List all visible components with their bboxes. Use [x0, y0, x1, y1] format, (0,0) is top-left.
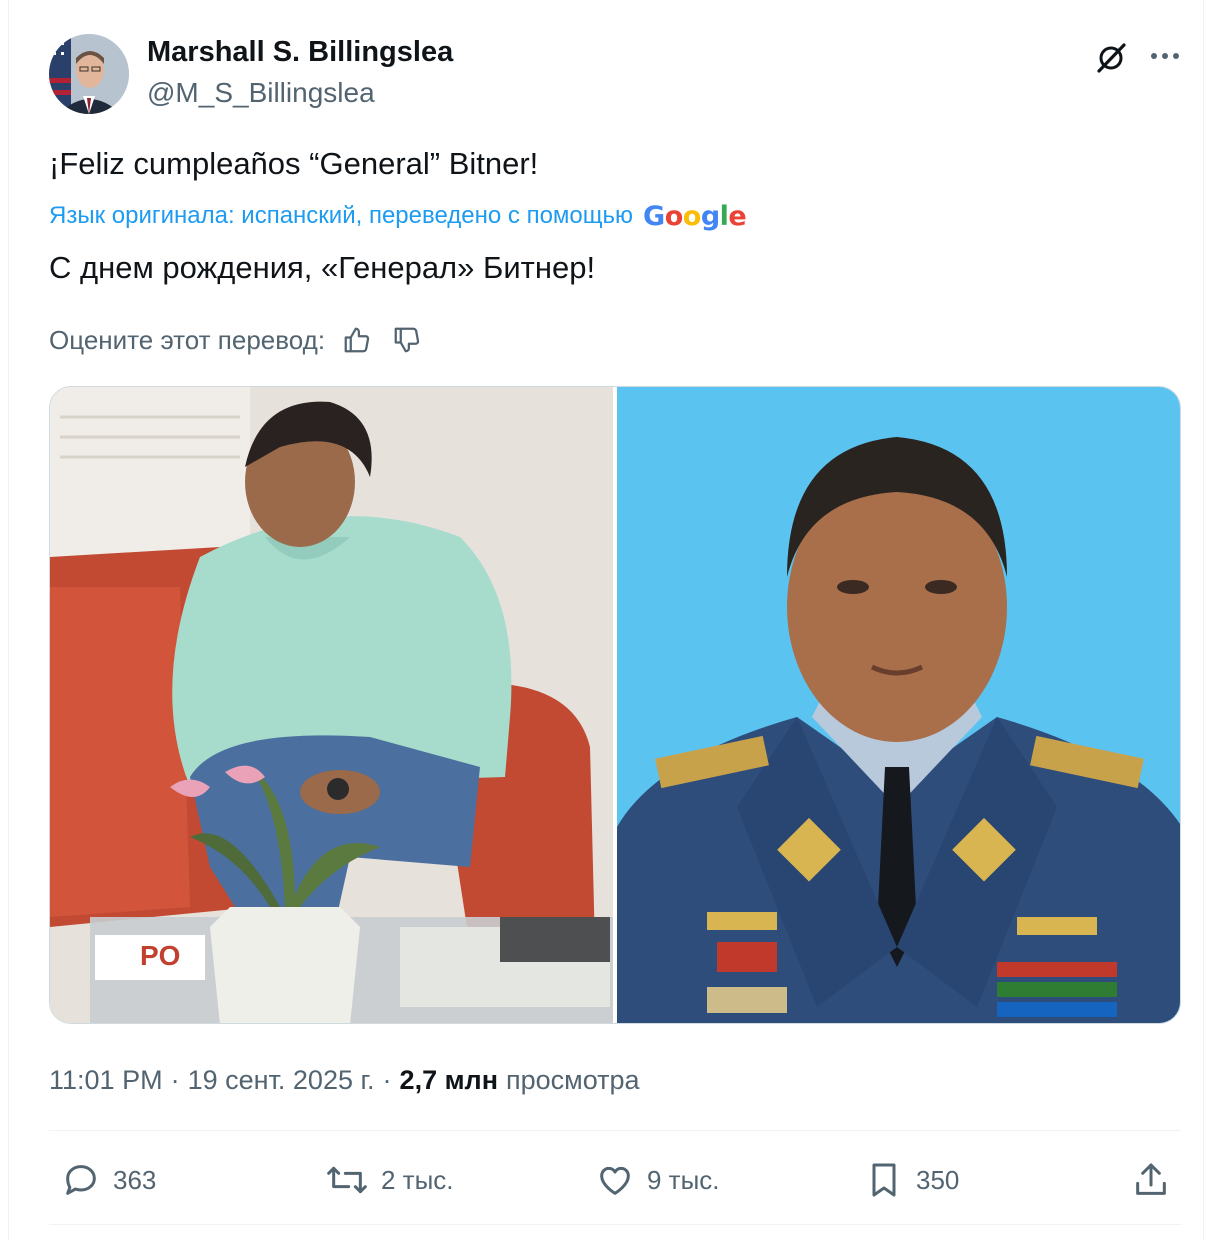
google-logo: Google — [643, 200, 747, 232]
bookmark-button[interactable]: 350 — [864, 1150, 959, 1210]
tweet-card: Marshall S. Billingslea @M_S_Billingslea… — [8, 0, 1204, 1240]
tweet-text: ¡Feliz cumpleaños “General” Bitner! — [49, 146, 539, 181]
author-name[interactable]: Marshall S. Billingslea — [147, 36, 453, 69]
action-bar: 363 2 тыс. 9 тыс. 350 — [49, 1150, 1181, 1210]
avatar[interactable] — [49, 34, 129, 114]
media-grid: PO — [49, 386, 1181, 1024]
rate-translation: Оцените этот перевод: — [49, 320, 425, 360]
divider — [49, 1224, 1181, 1225]
repost-button[interactable]: 2 тыс. — [325, 1150, 454, 1210]
meta-separator: · — [382, 1064, 392, 1095]
tweet-time[interactable]: 11:01 PM — [49, 1065, 163, 1096]
like-icon — [600, 1166, 630, 1195]
thumbs-down-icon[interactable] — [389, 322, 425, 358]
bookmark-icon — [872, 1163, 896, 1197]
more-icon[interactable] — [1145, 38, 1185, 78]
tweet-date[interactable]: 19 сент. 2025 г. — [188, 1065, 375, 1096]
thumbs-up-icon[interactable] — [339, 322, 375, 358]
meta-separator: · — [170, 1064, 180, 1095]
reply-icon — [66, 1165, 96, 1195]
rate-translation-label: Оцените этот перевод: — [49, 324, 326, 355]
reply-count: 363 — [113, 1164, 157, 1195]
svg-text:PO: PO — [140, 940, 180, 971]
tweet-meta: 11:01 PM · 19 сент. 2025 г. · 2,7 млн пр… — [49, 1060, 640, 1100]
photo-man-on-sofa[interactable]: PO — [50, 387, 613, 1023]
bookmark-count: 350 — [916, 1164, 960, 1195]
repost-count: 2 тыс. — [381, 1164, 454, 1195]
repost-icon — [327, 1166, 367, 1194]
share-button[interactable] — [1131, 1150, 1183, 1210]
author-handle[interactable]: @M_S_Billingslea — [147, 77, 375, 109]
like-button[interactable]: 9 тыс. — [595, 1150, 720, 1210]
views-count[interactable]: 2,7 млн — [400, 1065, 498, 1096]
translation-note-link[interactable]: Язык оригинала: испанский, переведено с … — [49, 202, 633, 230]
views-label: просмотра — [506, 1064, 640, 1095]
divider — [49, 1130, 1181, 1131]
reply-button[interactable]: 363 — [61, 1150, 156, 1210]
photo-man-in-uniform[interactable] — [617, 387, 1180, 1023]
translation-note: Язык оригинала: испанский, переведено с … — [49, 198, 747, 234]
translated-text: С днем рождения, «Генерал» Битнер! — [49, 250, 596, 285]
grok-icon[interactable] — [1091, 38, 1131, 78]
share-icon — [1136, 1163, 1166, 1195]
like-count: 9 тыс. — [647, 1164, 720, 1195]
